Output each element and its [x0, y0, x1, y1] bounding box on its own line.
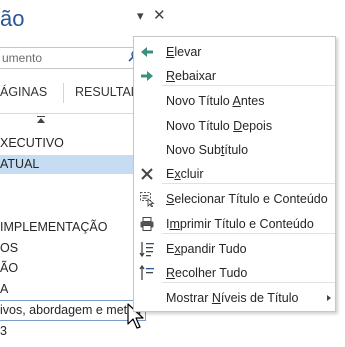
heading-edit-field[interactable]: ivos, abordagem e metod [0, 300, 146, 321]
menu-item-novo-titulo-depois[interactable]: Novo Título Depois [134, 114, 335, 138]
menu-item-label: Novo Subtítulo [166, 143, 249, 157]
delete-x-icon [139, 166, 155, 182]
tab-pages[interactable]: ÁGINAS [0, 85, 47, 99]
arrow-left-icon [139, 44, 155, 60]
pane-title: ão [0, 6, 25, 31]
menu-item-novo-subtitulo[interactable]: Novo Subtítulo [134, 138, 335, 162]
scroll-up-icon[interactable] [37, 118, 45, 123]
submenu-arrow-icon [327, 295, 331, 301]
pane-options-dropdown-icon[interactable]: ▾ [137, 8, 144, 24]
menu-separator [162, 183, 335, 184]
menu-item-elevar[interactable]: Elevar [134, 40, 335, 64]
menu-separator [162, 85, 335, 86]
menu-item-label: Mostrar Níveis de Título [166, 291, 299, 305]
menu-item-label: Novo Título Depois [166, 119, 273, 133]
scroll-up-bar [37, 116, 45, 117]
menu-item-expandir-tudo[interactable]: Expandir Tudo [134, 237, 335, 261]
menu-separator [162, 282, 335, 283]
menu-item-label: Selecionar Título e Conteúdo [166, 192, 328, 206]
list-item[interactable]: 3 [0, 322, 178, 341]
select-heading-icon [139, 191, 155, 208]
collapse-all-icon [139, 264, 155, 281]
menu-separator [162, 233, 335, 234]
context-menu: Elevar Rebaixar Novo Título Antes Novo Títu… [133, 36, 336, 312]
menu-item-mostrar-niveis-de-titulo[interactable]: Mostrar Níveis de Título [134, 286, 335, 310]
tab-results[interactable]: RESULTAD [75, 85, 140, 99]
menu-item-novo-titulo-antes[interactable]: Novo Título Antes [134, 89, 335, 113]
expand-all-icon [139, 241, 155, 258]
arrow-right-icon [139, 68, 155, 84]
search-input[interactable]: umento [0, 47, 137, 69]
close-pane-icon[interactable]: ✕ [153, 6, 166, 24]
menu-item-label: Elevar [166, 45, 202, 59]
menu-item-selecionar-titulo-e-conteudo[interactable]: Selecionar Título e Conteúdo [134, 187, 335, 211]
tab-separator [63, 83, 64, 103]
menu-item-label: Novo Título Antes [166, 94, 265, 108]
menu-item-label: Expandir Tudo [166, 242, 247, 256]
printer-icon [139, 216, 155, 232]
